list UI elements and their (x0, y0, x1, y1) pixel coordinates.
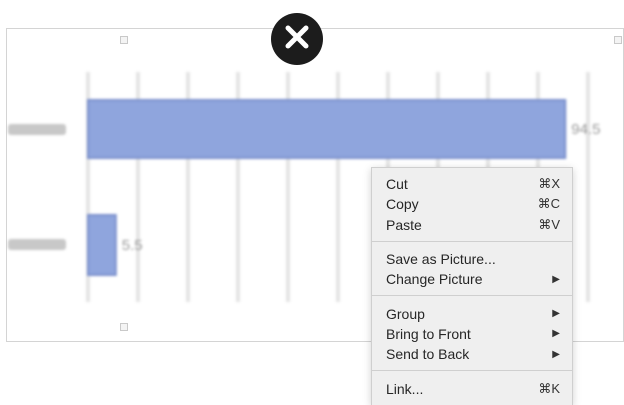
delete-button[interactable] (271, 13, 323, 65)
category-label (8, 239, 66, 250)
submenu-arrow-icon: ▶ (552, 308, 560, 320)
menu-item-paste[interactable]: Paste ⌘V (372, 215, 572, 235)
menu-item-label: Copy (386, 196, 419, 213)
bar (87, 99, 567, 159)
resize-handle-top[interactable] (120, 36, 128, 44)
menu-item-group[interactable]: Group ▶ (372, 303, 572, 323)
close-icon (284, 24, 310, 55)
menu-item-label: Paste (386, 216, 422, 233)
menu-separator (372, 370, 572, 372)
resize-handle-bottom[interactable] (120, 323, 128, 331)
menu-item-cut[interactable]: Cut ⌘X (372, 174, 572, 194)
menu-item-save-as-picture[interactable]: Save as Picture... (372, 249, 572, 269)
menu-item-label: Group (386, 305, 425, 322)
data-label: 94.5 (571, 121, 600, 138)
menu-item-shortcut: ⌘V (538, 216, 560, 232)
menu-item-shortcut: ⌘X (538, 176, 560, 192)
menu-item-label: Cut (386, 176, 408, 193)
submenu-arrow-icon: ▶ (552, 348, 560, 360)
menu-separator (372, 295, 572, 297)
menu-item-label: Bring to Front (386, 325, 471, 342)
menu-item-change-picture[interactable]: Change Picture ▶ (372, 269, 572, 289)
menu-item-shortcut: ⌘K (538, 380, 560, 396)
resize-handle-right[interactable] (614, 36, 622, 44)
menu-item-label: Send to Back (386, 346, 470, 363)
menu-item-shortcut: ⌘C (537, 196, 560, 212)
category-label (8, 124, 66, 135)
submenu-arrow-icon: ▶ (552, 273, 560, 285)
menu-item-bring-to-front[interactable]: Bring to Front ▶ (372, 324, 572, 344)
data-label: 5.5 (122, 237, 143, 254)
menu-item-label: Change Picture (386, 271, 483, 288)
submenu-arrow-icon: ▶ (552, 328, 560, 340)
menu-item-send-to-back[interactable]: Send to Back ▶ (372, 344, 572, 364)
menu-separator (372, 240, 572, 242)
bar (87, 214, 117, 276)
menu-item-label: Link... (386, 380, 424, 397)
context-menu: Cut ⌘X Copy ⌘C Paste ⌘V Save as Picture... Chan… (371, 167, 573, 405)
menu-item-link[interactable]: Link... ⌘K (372, 378, 572, 398)
menu-item-label: Save as Picture... (386, 251, 496, 268)
menu-item-copy[interactable]: Copy ⌘C (372, 194, 572, 214)
